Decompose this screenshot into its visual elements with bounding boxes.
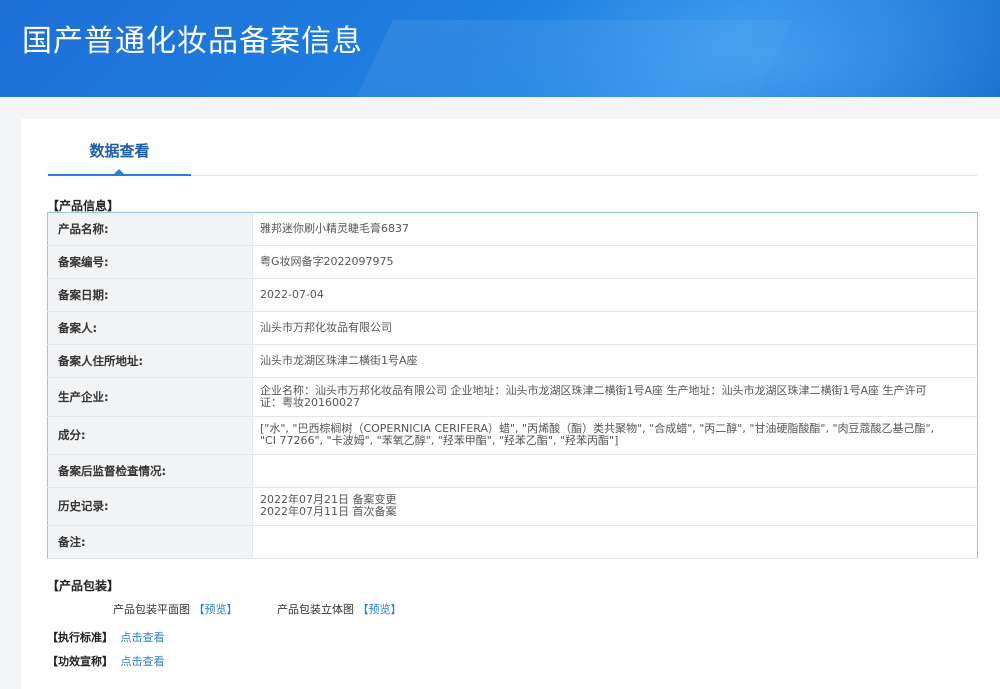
tab-label: 数据查看 (89, 142, 150, 160)
header-banner: 国产普通化妆品备案信息 (0, 0, 1000, 97)
row-key: 备案编号: (47, 245, 253, 280)
table-row: 产品名称: 雅邦迷你刷小精灵睫毛膏6837 (47, 212, 978, 247)
page-title: 国产普通化妆品备案信息 (22, 24, 363, 59)
row-value: 粤G妆网备字2022097975 (252, 245, 978, 280)
row-value: 雅邦迷你刷小精灵睫毛膏6837 (252, 212, 978, 247)
package-solid-item: 产品包装立体图 【预览】 (277, 601, 402, 617)
packaging-section-label: 【产品包装】 (47, 579, 120, 593)
table-row: 生产企业: 企业名称：汕头市万邦化妆品有限公司 企业地址：汕头市龙湖区珠津二横街… (47, 377, 978, 417)
efficacy-row: 【功效宣称】 点击查看 (47, 653, 165, 669)
row-value (252, 454, 978, 488)
row-value: 企业名称：汕头市万邦化妆品有限公司 企业地址：汕头市龙湖区珠津二横街1号A座 生… (252, 377, 978, 417)
table-row: 成分: ["水", "巴西棕榈树（COPERNICIA CERIFERA）蜡",… (47, 416, 978, 455)
row-value: 汕头市龙湖区珠津二横街1号A座 (252, 344, 978, 379)
banner-decoration (327, 20, 793, 97)
row-value: 2022年07月21日 备案变更 2022年07月11日 首次备案 (252, 487, 978, 526)
table-row: 备案日期: 2022-07-04 (47, 278, 978, 313)
standard-row: 【执行标准】 点击查看 (47, 629, 165, 645)
product-info-table: 产品名称: 雅邦迷你刷小精灵睫毛膏6837 备案编号: 粤G妆网备字202209… (47, 212, 978, 560)
row-value: 2022-07-04 (252, 278, 978, 313)
row-value: 汕头市万邦化妆品有限公司 (252, 311, 978, 346)
table-row: 备案后监督检查情况: (47, 454, 978, 488)
tab-indicator (113, 169, 125, 175)
standard-view-link[interactable]: 点击查看 (121, 631, 165, 644)
table-row: 备案编号: 粤G妆网备字2022097975 (47, 245, 978, 280)
table-row: 备注: (47, 525, 978, 560)
package-solid-preview-link[interactable]: 【预览】 (358, 603, 402, 616)
row-key: 生产企业: (47, 377, 253, 417)
row-key: 备案日期: (47, 278, 253, 313)
efficacy-label: 【功效宣称】 (47, 655, 113, 668)
tab-data-view[interactable]: 数据查看 (48, 119, 191, 176)
table-row: 备案人: 汕头市万邦化妆品有限公司 (47, 311, 978, 346)
package-flat-item: 产品包装平面图 【预览】 (113, 601, 238, 617)
row-key: 备案人住所地址: (47, 344, 253, 379)
standard-label: 【执行标准】 (47, 631, 113, 644)
table-row: 历史记录: 2022年07月21日 备案变更 2022年07月11日 首次备案 (47, 487, 978, 526)
content-panel: 数据查看 【产品信息】 产品名称: 雅邦迷你刷小精灵睫毛膏6837 备案编号: … (21, 119, 1000, 689)
row-value (252, 525, 978, 560)
row-key: 备案后监督检查情况: (47, 454, 253, 488)
table-row: 备案人住所地址: 汕头市龙湖区珠津二横街1号A座 (47, 344, 978, 379)
row-key: 备注: (47, 525, 253, 560)
row-key: 历史记录: (47, 487, 253, 526)
efficacy-view-link[interactable]: 点击查看 (121, 655, 165, 668)
row-key: 产品名称: (47, 212, 253, 247)
package-flat-label: 产品包装平面图 (113, 603, 190, 616)
tab-bar: 数据查看 (48, 119, 978, 176)
row-key: 备案人: (47, 311, 253, 346)
package-solid-label: 产品包装立体图 (277, 603, 354, 616)
package-flat-preview-link[interactable]: 【预览】 (194, 603, 238, 616)
row-value: ["水", "巴西棕榈树（COPERNICIA CERIFERA）蜡", "丙烯… (252, 416, 978, 455)
row-key: 成分: (47, 416, 253, 455)
history-entry: 2022年07月11日 首次备案 (260, 505, 397, 519)
